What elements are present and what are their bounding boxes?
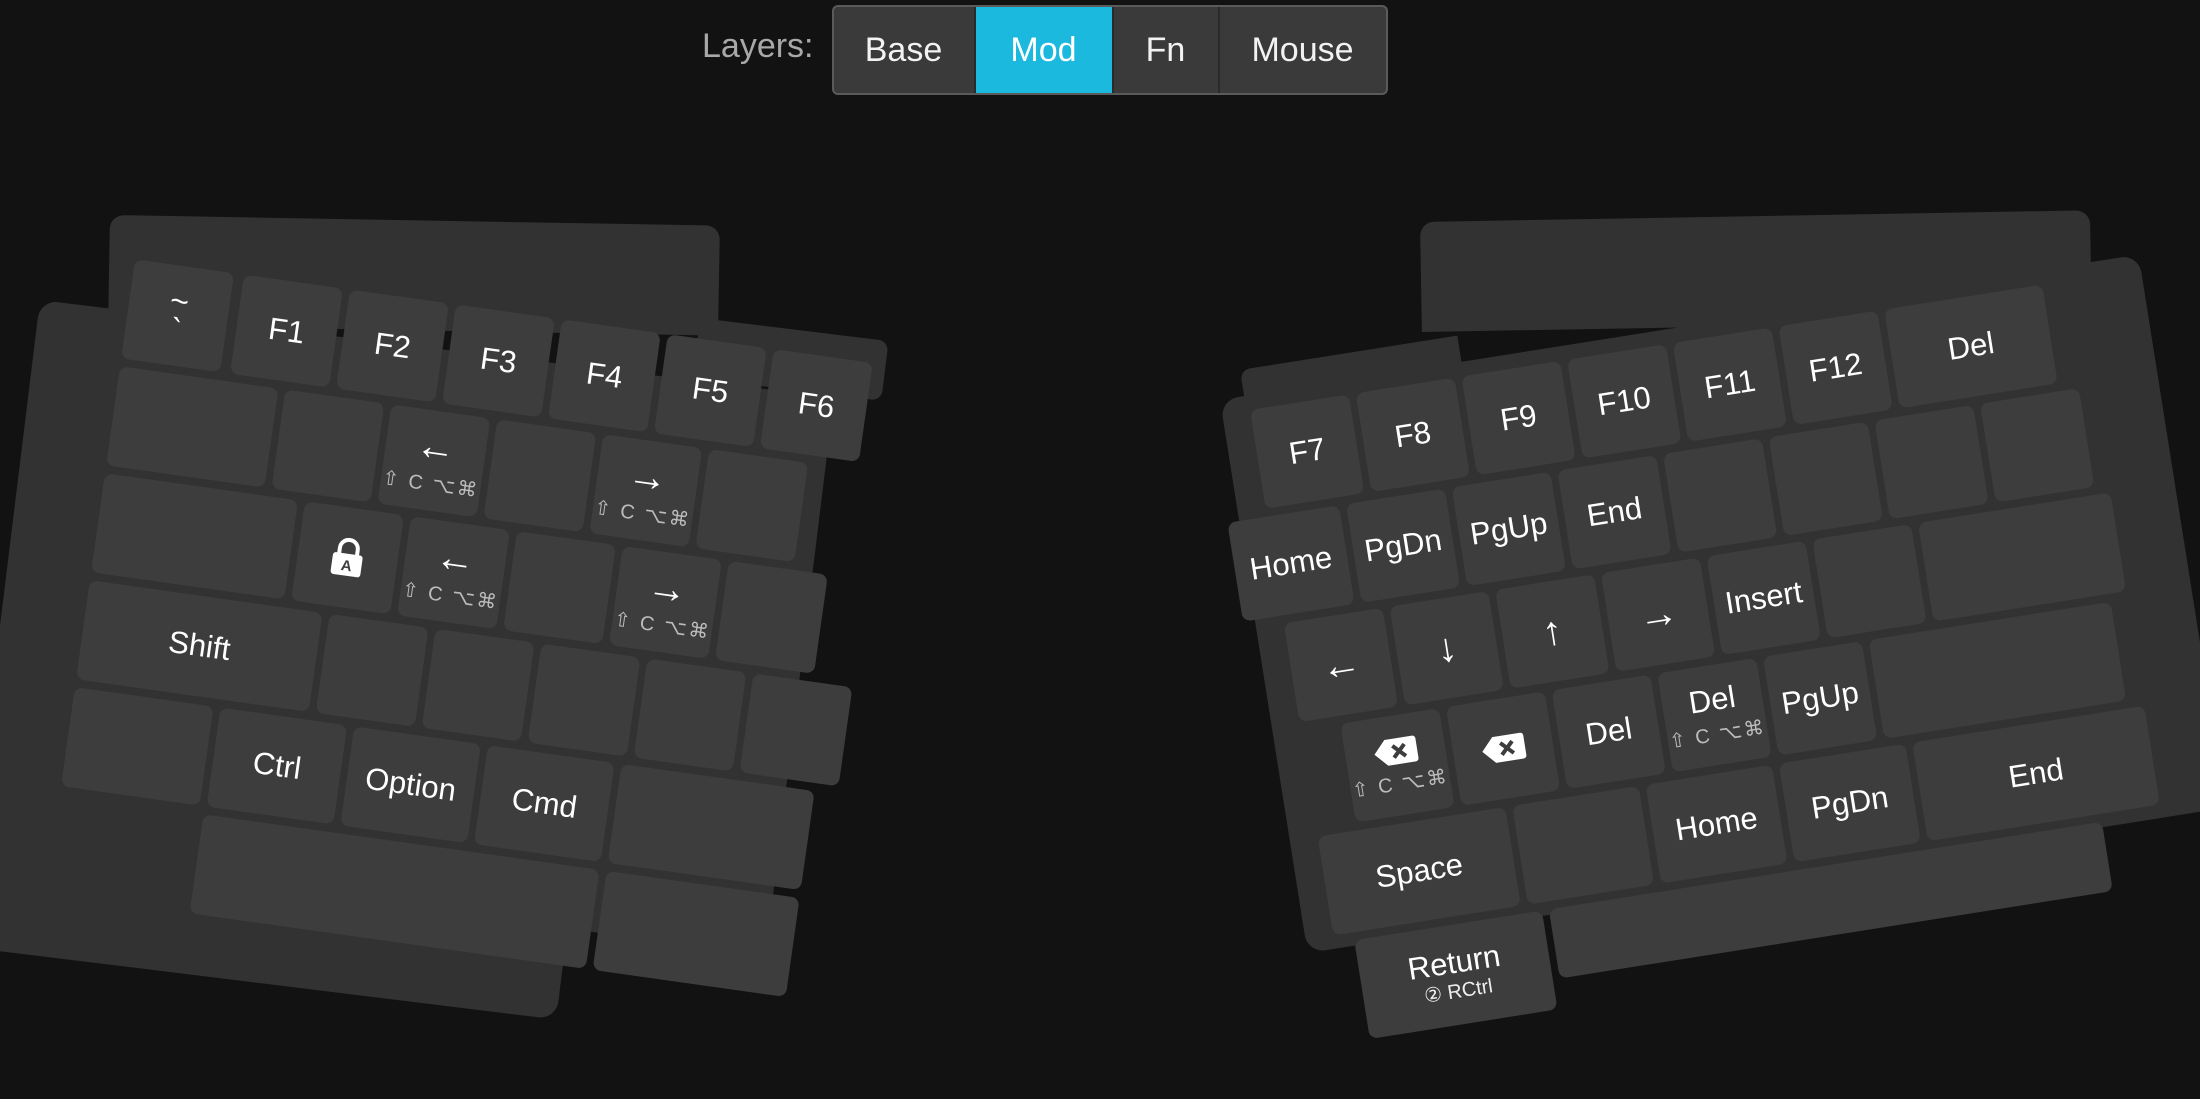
key-blank-o[interactable]	[1768, 421, 1884, 536]
key-home-label: Home	[1672, 799, 1760, 848]
arrow-down-icon: ↓	[1433, 624, 1460, 672]
key-f10-label: F10	[1595, 379, 1654, 423]
modifier-hint: ⇧ C ⌥⌘	[1350, 765, 1451, 803]
key-insert-label: Insert	[1722, 573, 1805, 621]
key-arrow-up-k[interactable]: ↑	[1495, 574, 1610, 689]
key-insert[interactable]: Insert	[1706, 540, 1821, 656]
key-backspace-mod[interactable]: ⇧ C ⌥⌘	[1340, 708, 1455, 823]
key-f8[interactable]: F8	[1355, 377, 1471, 493]
arrow-left-icon: ←	[1317, 640, 1365, 690]
key-f9[interactable]: F9	[1461, 360, 1576, 476]
key-pgup[interactable]: PgUp	[1451, 471, 1567, 587]
key-arrow-left-h[interactable]: ←	[1283, 607, 1399, 723]
key-f9-label: F9	[1497, 397, 1540, 438]
key-pgup-lower[interactable]: PgUp	[1762, 641, 1878, 756]
key-pgdn[interactable]: PgDn	[1345, 488, 1461, 603]
key-f12[interactable]: F12	[1778, 310, 1893, 426]
right-key-grid: F7 F8 F9 F10 F11 F12 Del Home PgDn PgUp …	[1227, 275, 2200, 1042]
key-blank-quote[interactable]	[1917, 492, 2127, 622]
key-f8-label: F8	[1392, 413, 1434, 455]
key-space-label: Space	[1372, 846, 1466, 895]
right-keyboard-half: F7 F8 F9 F10 F11 F12 Del Home PgDn PgUp …	[0, 0, 2200, 1044]
key-home-label: Home	[1247, 538, 1335, 587]
key-f12-label: F12	[1806, 345, 1865, 389]
modifier-hint: ⇧ C ⌥⌘	[1667, 716, 1768, 754]
key-arrow-right-l[interactable]: →	[1600, 557, 1716, 672]
backspace-icon	[1482, 732, 1527, 763]
key-blank-bracket[interactable]	[1980, 388, 2095, 503]
key-return[interactable]: Return ② RCtrl	[1354, 910, 1558, 1039]
key-blank-semicolon[interactable]	[1812, 524, 1927, 639]
key-home-lower[interactable]: Home	[1645, 764, 1788, 884]
key-blank-thumb[interactable]	[1512, 785, 1655, 905]
arrow-right-icon: →	[1634, 589, 1682, 640]
key-pgup-label: PgUp	[1467, 504, 1550, 552]
arrow-up-icon: ↑	[1539, 608, 1566, 655]
key-arrow-down-j[interactable]: ↓	[1389, 590, 1504, 706]
key-del-top-label: Del	[1945, 324, 1997, 367]
key-pgdn-lower[interactable]: PgDn	[1778, 743, 1921, 863]
key-f7[interactable]: F7	[1250, 394, 1365, 509]
key-pgup-label: PgUp	[1778, 674, 1862, 721]
key-pgdn-label: PgDn	[1808, 778, 1891, 826]
key-f11-label: F11	[1701, 362, 1758, 406]
key-end-label: End	[1584, 489, 1645, 534]
key-del-m[interactable]: Del	[1551, 674, 1666, 790]
backspace-icon	[1374, 735, 1419, 766]
key-space[interactable]: Space	[1317, 806, 1521, 936]
key-blank-i[interactable]	[1662, 438, 1778, 553]
key-del-mod[interactable]: Del ⇧ C ⌥⌘	[1657, 657, 1772, 773]
key-blank-p[interactable]	[1874, 404, 1989, 520]
key-f11[interactable]: F11	[1672, 327, 1788, 442]
key-del-label: Del	[1686, 679, 1738, 721]
key-pgdn-label: PgDn	[1361, 521, 1445, 569]
key-f7-label: F7	[1286, 430, 1328, 471]
key-del-label: Del	[1582, 710, 1635, 752]
key-f10[interactable]: F10	[1567, 344, 1682, 459]
key-end-label: End	[2005, 751, 2066, 795]
key-backspace[interactable]	[1445, 691, 1561, 806]
key-end[interactable]: End	[1557, 455, 1672, 570]
key-home[interactable]: Home	[1227, 505, 1355, 622]
